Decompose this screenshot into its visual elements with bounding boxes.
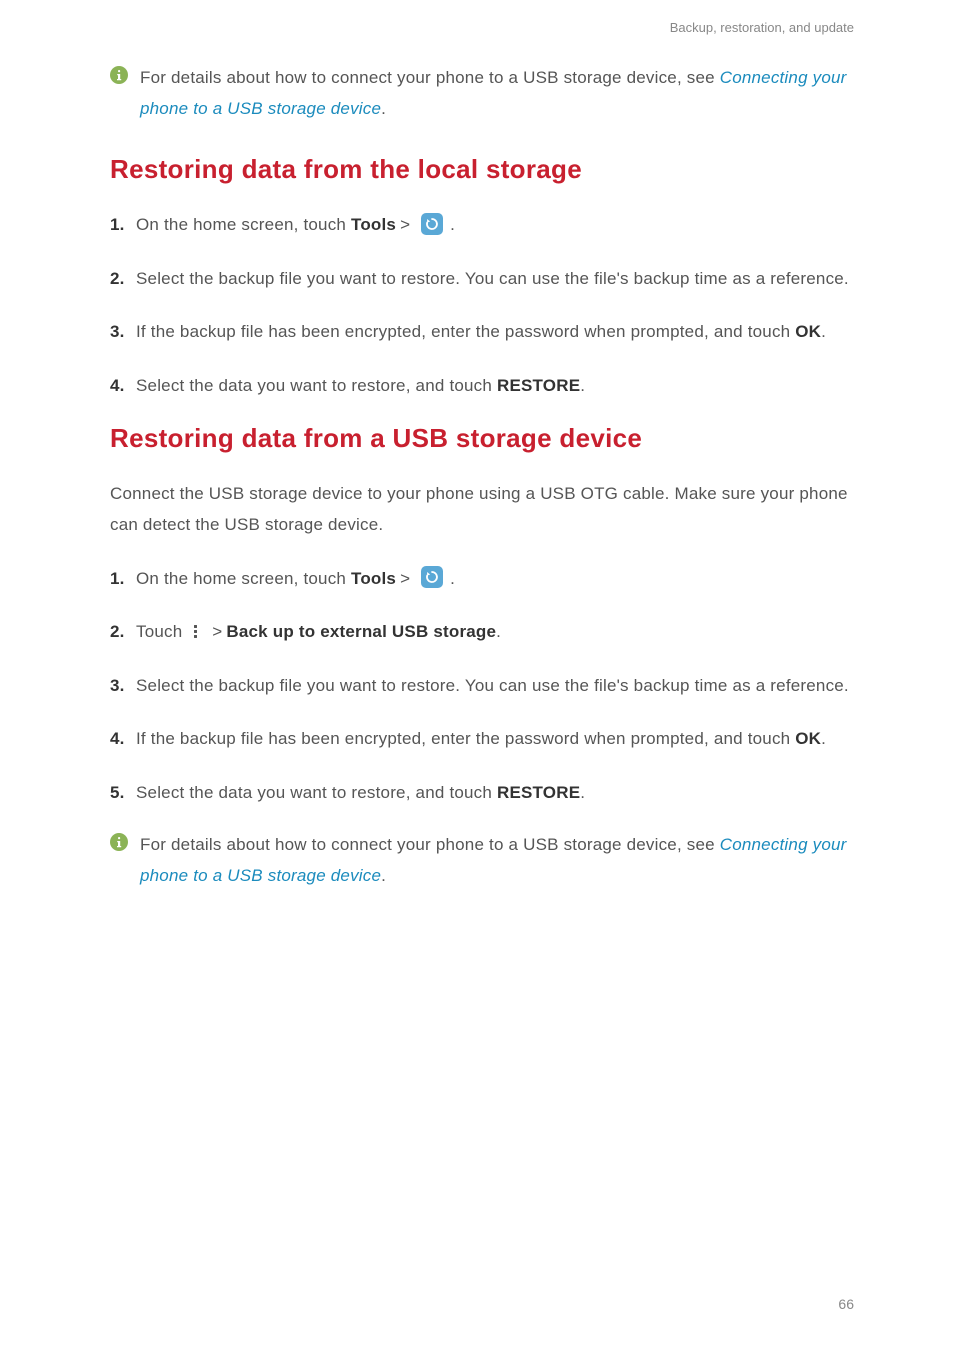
info-text-suffix: . bbox=[381, 99, 386, 118]
step-2-4: 4. If the backup file has been encrypted… bbox=[110, 723, 864, 754]
page-number: 66 bbox=[838, 1296, 854, 1312]
step-text-post: . bbox=[445, 569, 455, 588]
step-number: 4. bbox=[110, 370, 136, 401]
step-body: If the backup file has been encrypted, e… bbox=[136, 316, 864, 347]
step-body: On the home screen, touch Tools> . bbox=[136, 563, 864, 594]
info-text-2: For details about how to connect your ph… bbox=[140, 830, 864, 891]
step-2-5: 5. Select the data you want to restore, … bbox=[110, 777, 864, 808]
backup-external-label: Back up to external USB storage bbox=[226, 622, 496, 641]
step-2-3: 3. Select the backup file you want to re… bbox=[110, 670, 864, 701]
restore-label: RESTORE bbox=[497, 376, 580, 395]
step-text-suffix: . bbox=[580, 376, 585, 395]
step-text: If the backup file has been encrypted, e… bbox=[136, 729, 795, 748]
step-body: If the backup file has been encrypted, e… bbox=[136, 723, 864, 754]
tools-label: Tools bbox=[351, 215, 396, 234]
step-number: 2. bbox=[110, 263, 136, 294]
tools-label: Tools bbox=[351, 569, 396, 588]
step-body: Select the backup file you want to resto… bbox=[136, 670, 864, 701]
ok-label: OK bbox=[795, 322, 821, 341]
step-body: Select the backup file you want to resto… bbox=[136, 263, 864, 294]
step-number: 3. bbox=[110, 316, 136, 347]
step-body: Select the data you want to restore, and… bbox=[136, 777, 864, 808]
info-note-2: For details about how to connect your ph… bbox=[110, 830, 864, 891]
step-body: Select the data you want to restore, and… bbox=[136, 370, 864, 401]
step-number: 2. bbox=[110, 616, 136, 647]
step-text: On the home screen, touch bbox=[136, 215, 351, 234]
step-1-2: 2. Select the backup file you want to re… bbox=[110, 263, 864, 294]
step-number: 1. bbox=[110, 563, 136, 594]
step-1-1: 1. On the home screen, touch Tools> . bbox=[110, 209, 864, 240]
step-text-suffix: . bbox=[580, 783, 585, 802]
step-text: Select the data you want to restore, and… bbox=[136, 376, 497, 395]
step-text-suffix: . bbox=[496, 622, 501, 641]
info-text-suffix: . bbox=[381, 866, 386, 885]
step-1-4: 4. Select the data you want to restore, … bbox=[110, 370, 864, 401]
ok-label: OK bbox=[795, 729, 821, 748]
chevron-text: > bbox=[212, 616, 222, 647]
step-body: Touch >Back up to external USB storage. bbox=[136, 616, 864, 647]
info-text-prefix: For details about how to connect your ph… bbox=[140, 68, 720, 87]
backup-app-icon bbox=[421, 566, 443, 588]
step-text-suffix: . bbox=[821, 729, 826, 748]
info-note-1: For details about how to connect your ph… bbox=[110, 63, 864, 124]
step-text-post: . bbox=[445, 215, 455, 234]
step-number: 1. bbox=[110, 209, 136, 240]
step-body: On the home screen, touch Tools> . bbox=[136, 209, 864, 240]
chevron-text: > bbox=[400, 209, 410, 240]
step-text: Touch bbox=[136, 622, 187, 641]
info-text-prefix: For details about how to connect your ph… bbox=[140, 835, 720, 854]
heading-restore-local: Restoring data from the local storage bbox=[110, 154, 864, 185]
heading-restore-usb: Restoring data from a USB storage device bbox=[110, 423, 864, 454]
info-icon bbox=[110, 66, 128, 84]
step-number: 5. bbox=[110, 777, 136, 808]
step-1-3: 3. If the backup file has been encrypted… bbox=[110, 316, 864, 347]
breadcrumb: Backup, restoration, and update bbox=[110, 20, 864, 35]
step-2-1: 1. On the home screen, touch Tools> . bbox=[110, 563, 864, 594]
step-number: 4. bbox=[110, 723, 136, 754]
intro-paragraph: Connect the USB storage device to your p… bbox=[110, 478, 864, 541]
step-text: On the home screen, touch bbox=[136, 569, 351, 588]
step-text-suffix: . bbox=[821, 322, 826, 341]
chevron-text: > bbox=[400, 563, 410, 594]
restore-label: RESTORE bbox=[497, 783, 580, 802]
step-2-2: 2. Touch >Back up to external USB storag… bbox=[110, 616, 864, 647]
step-number: 3. bbox=[110, 670, 136, 701]
backup-app-icon bbox=[421, 213, 443, 235]
info-icon bbox=[110, 833, 128, 851]
info-text-1: For details about how to connect your ph… bbox=[140, 63, 864, 124]
step-text: If the backup file has been encrypted, e… bbox=[136, 322, 795, 341]
overflow-menu-icon bbox=[187, 623, 203, 640]
step-text: Select the data you want to restore, and… bbox=[136, 783, 497, 802]
